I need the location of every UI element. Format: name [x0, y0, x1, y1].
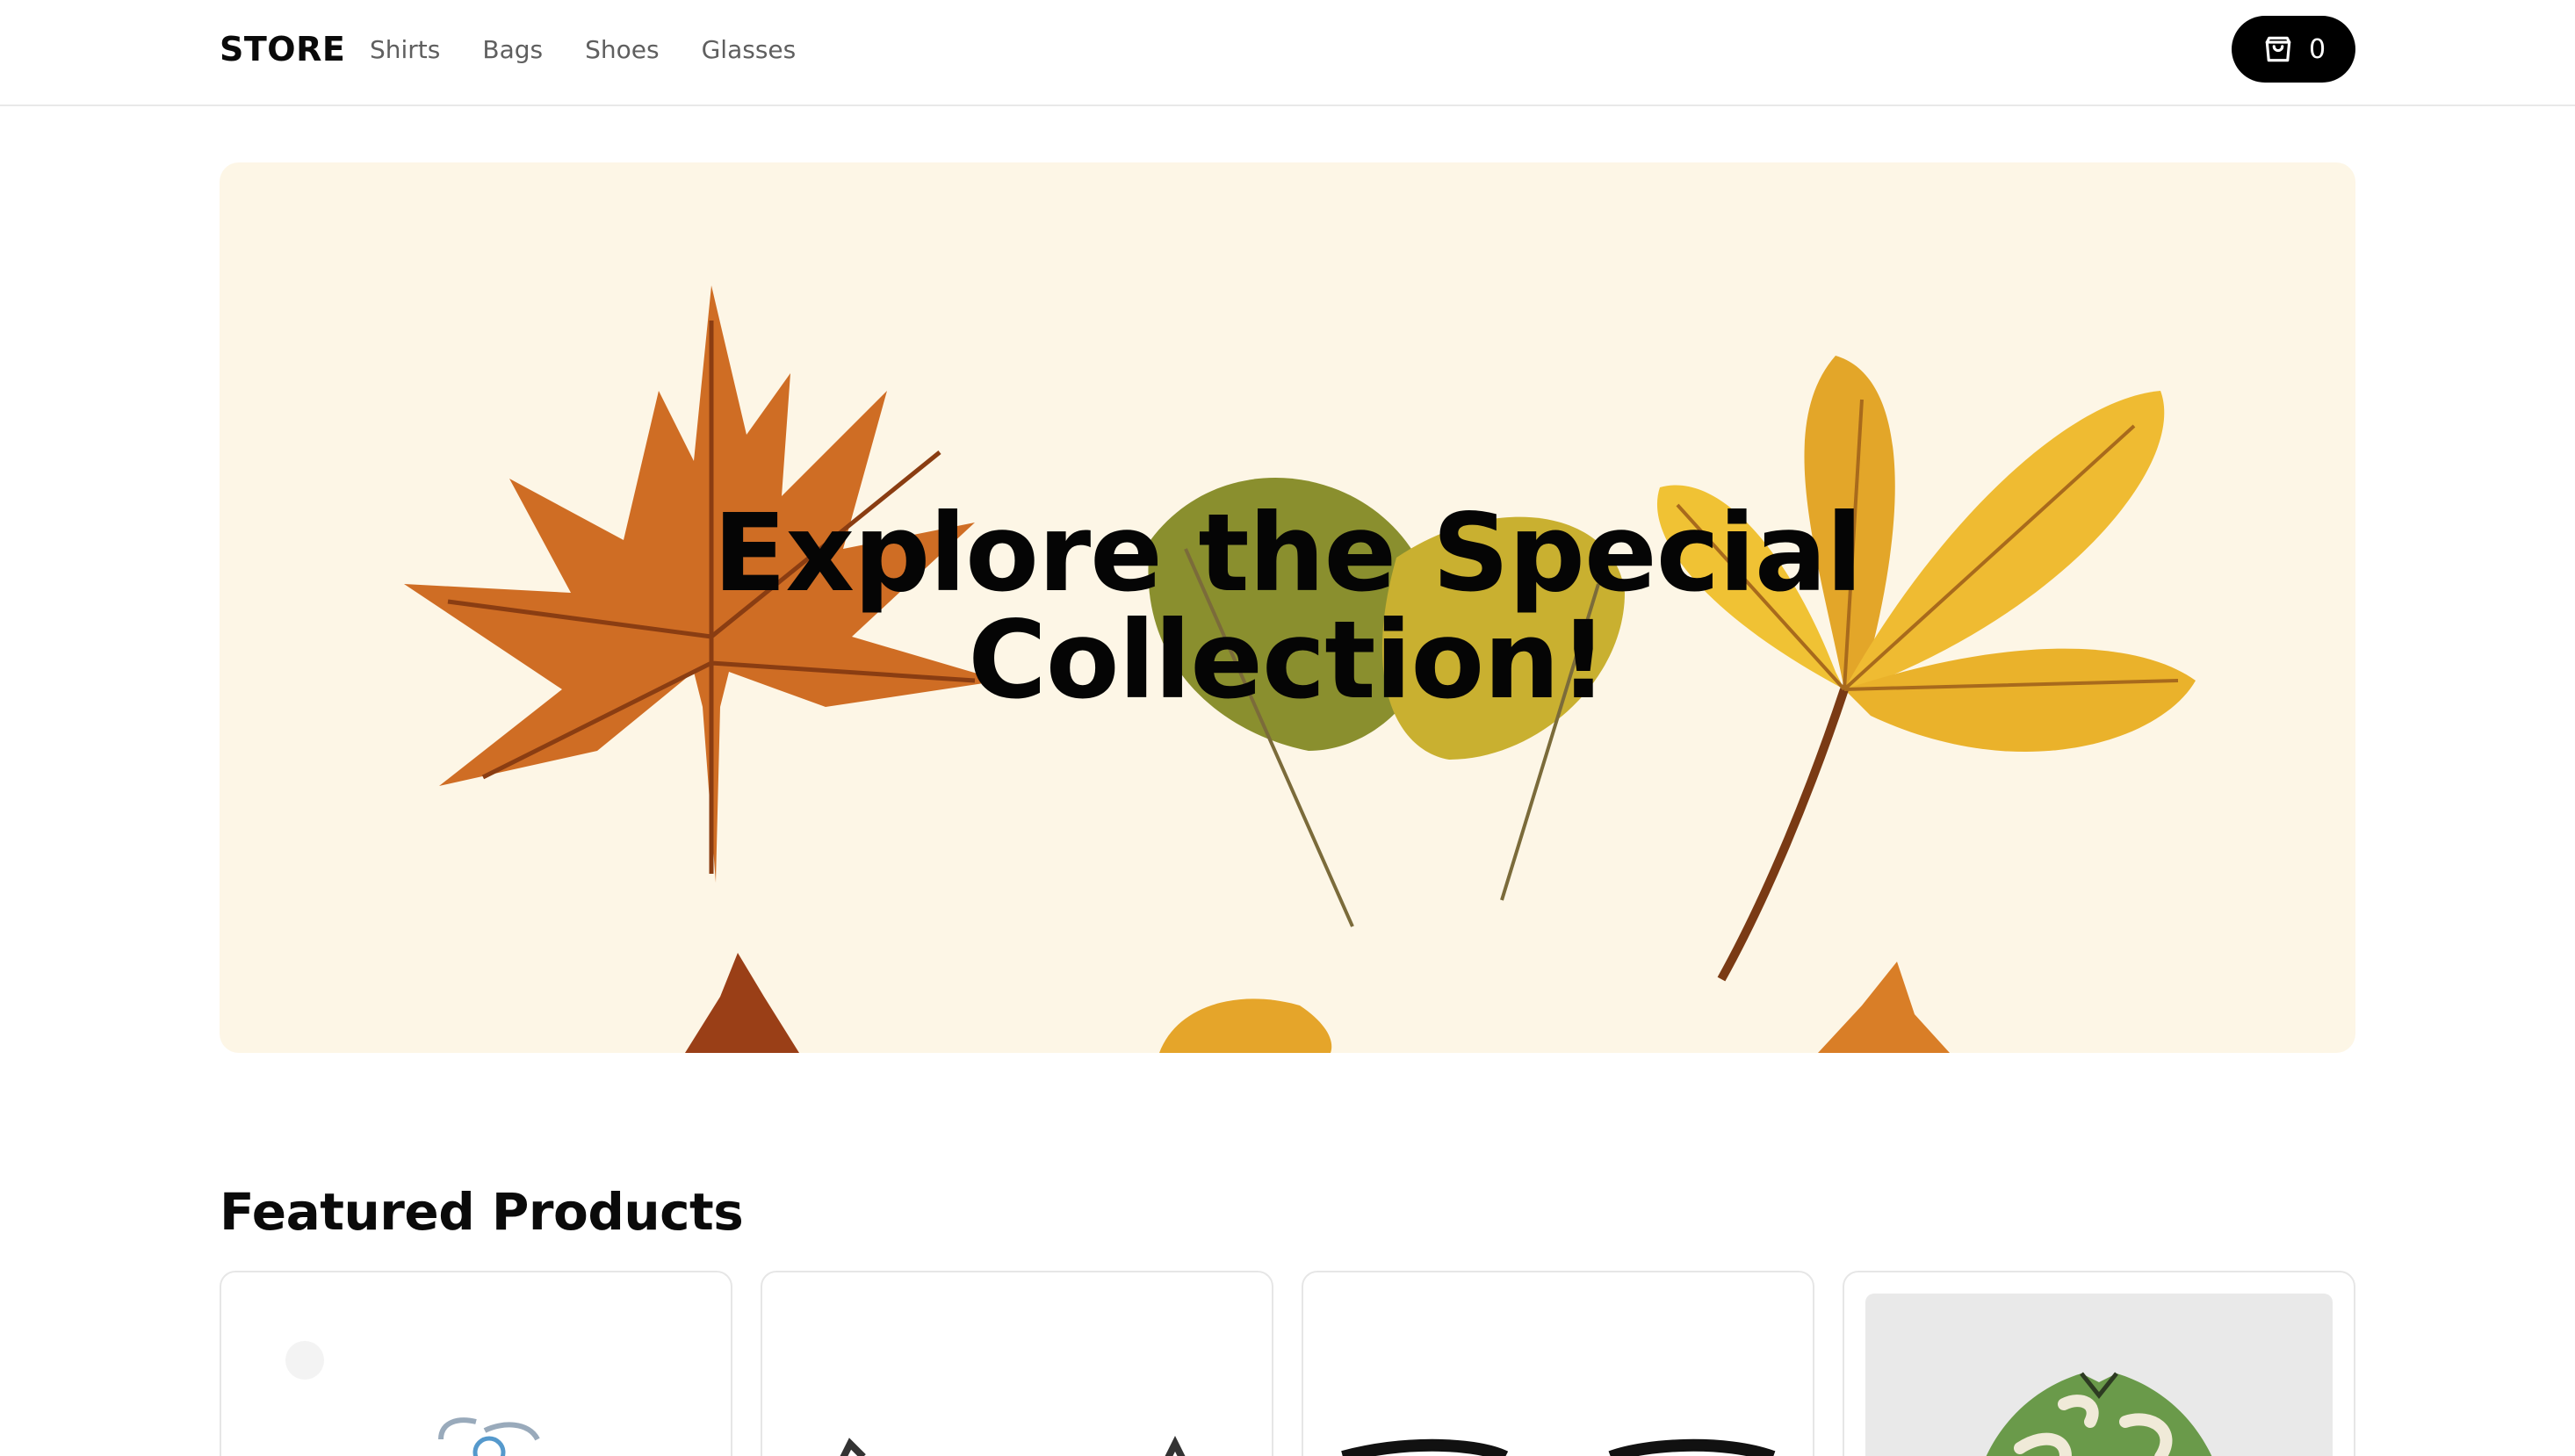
- top-navbar: STORE Shirts Bags Shoes Glasses 0: [0, 0, 2575, 106]
- main-nav: Shirts Bags Shoes Glasses: [370, 25, 838, 74]
- product-card[interactable]: [1843, 1271, 2355, 1456]
- product-card[interactable]: [761, 1271, 1273, 1456]
- hero-title: Explore the Special Collection!: [220, 500, 2355, 714]
- cart-count: 0: [2308, 33, 2326, 65]
- cart-button[interactable]: 0: [2232, 16, 2355, 83]
- product-grid: [220, 1271, 2355, 1456]
- shopping-bag-icon: [2265, 36, 2291, 62]
- sunglasses-image: [840, 1436, 1186, 1456]
- nav-item-shoes[interactable]: Shoes: [585, 35, 659, 64]
- product-card[interactable]: [220, 1271, 732, 1456]
- hero-title-line-2: Collection!: [968, 598, 1607, 723]
- product-card[interactable]: [1302, 1271, 1814, 1456]
- nav-item-shirts[interactable]: Shirts: [370, 35, 440, 64]
- nav-item-bags[interactable]: Bags: [482, 35, 543, 64]
- glasses-image: [285, 1341, 540, 1456]
- sunglasses-image: [1341, 1438, 1776, 1456]
- hero-banner: Explore the Special Collection!: [220, 162, 2355, 1053]
- shirt-image: [1865, 1294, 2333, 1456]
- featured-products-title: Featured Products: [220, 1182, 744, 1242]
- hero-title-line-1: Explore the Special: [713, 491, 1863, 616]
- store-logo[interactable]: STORE: [220, 25, 345, 74]
- nav-item-glasses[interactable]: Glasses: [702, 35, 797, 64]
